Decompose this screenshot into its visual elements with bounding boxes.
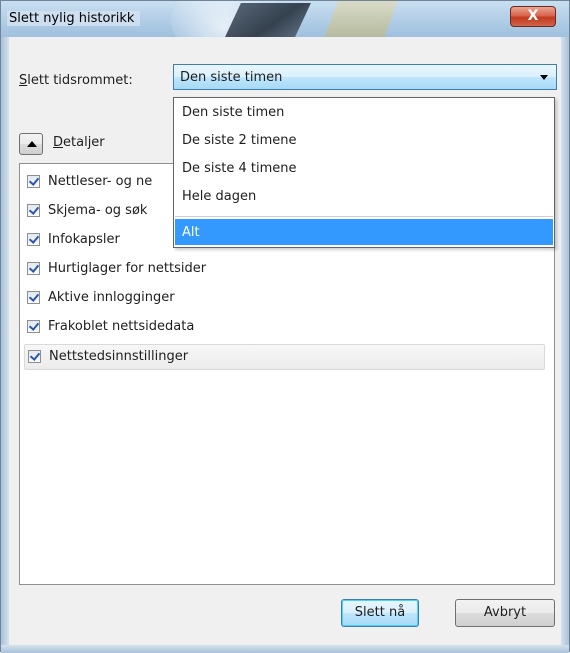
dropdown-separator [175, 216, 553, 217]
list-item-label: Frakoblet nettsidedata [48, 319, 195, 334]
checkbox-cookies[interactable] [27, 233, 40, 246]
dropdown-option-everything[interactable]: Alt [175, 219, 553, 245]
details-toggle-button[interactable] [19, 133, 43, 155]
details-label[interactable]: Detaljer [53, 135, 105, 150]
list-item-label: Infokapsler [48, 232, 120, 247]
time-range-selected-value: Den siste timen [180, 70, 283, 85]
dropdown-option-today[interactable]: Hele dagen [175, 183, 553, 209]
close-icon: X [527, 8, 539, 24]
dialog-window: Slett nylig historikk X Slett tidsrommet… [0, 0, 570, 653]
dropdown-option-label: De siste 4 timene [182, 161, 297, 176]
checkbox-site-settings[interactable] [28, 350, 41, 363]
dropdown-option-last-2-hours[interactable]: De siste 2 timene [175, 127, 553, 153]
list-item-label: Skjema- og søk [48, 203, 148, 218]
time-range-label: Slett tidsrommet: [19, 73, 133, 88]
time-range-dropdown-list: Den siste timen De siste 2 timene De sis… [173, 97, 555, 248]
dropdown-option-label: Hele dagen [182, 189, 257, 204]
title-bar[interactable]: Slett nylig historikk X [1, 1, 569, 37]
dropdown-option-label: De siste 2 timene [182, 133, 297, 148]
chevron-down-icon [540, 75, 548, 80]
list-item-label: Aktive innlogginger [48, 290, 175, 305]
checkbox-form-history[interactable] [27, 204, 40, 217]
close-button[interactable]: X [510, 6, 556, 27]
checkbox-browsing-history[interactable] [27, 175, 40, 188]
time-range-select[interactable]: Den siste timen [173, 64, 557, 90]
list-item-offline-data[interactable]: Frakoblet nettsidedata [24, 315, 544, 341]
dropdown-option-label: Alt [182, 225, 200, 240]
checkbox-cache[interactable] [27, 262, 40, 275]
window-title: Slett nylig historikk [7, 11, 141, 26]
dropdown-option-last-hour[interactable]: Den siste timen [175, 99, 553, 125]
dropdown-option-label: Den siste timen [182, 105, 285, 120]
title-bar-glass-shape-2 [324, 1, 398, 37]
checkbox-offline-data[interactable] [27, 320, 40, 333]
clear-now-button[interactable]: Slett nå [341, 599, 419, 627]
list-item-cache[interactable]: Hurtiglager for nettsider [24, 257, 544, 283]
list-item-label: Nettstedsinnstillinger [49, 349, 189, 364]
list-item-site-settings[interactable]: Nettstedsinnstillinger [24, 344, 545, 370]
window-frame-left [1, 37, 9, 653]
details-label-text: etaljer [63, 135, 105, 150]
chevron-up-icon [27, 141, 37, 147]
dropdown-option-last-4-hours[interactable]: De siste 4 timene [175, 155, 553, 181]
checkbox-active-logins[interactable] [27, 291, 40, 304]
list-item-label: Hurtiglager for nettsider [48, 261, 207, 276]
list-item-active-logins[interactable]: Aktive innlogginger [24, 286, 544, 312]
cancel-button[interactable]: Avbryt [455, 599, 555, 627]
details-label-accesskey: D [53, 135, 64, 150]
window-frame-right [561, 37, 569, 653]
time-range-label-text: lett tidsrommet: [27, 73, 133, 88]
list-item-label: Nettleser- og ne [48, 174, 153, 189]
